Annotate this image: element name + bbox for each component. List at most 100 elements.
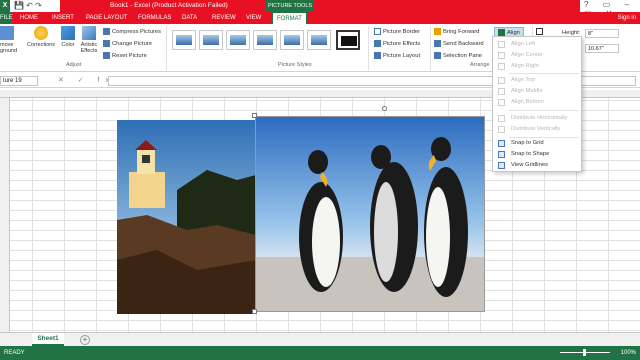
artistic-effects-button[interactable]: Artistic Effects: [78, 26, 100, 54]
zoom-level[interactable]: 100%: [621, 346, 636, 360]
zoom-slider-thumb[interactable]: [583, 349, 586, 356]
picture-style-thumb-3[interactable]: [226, 30, 250, 50]
resize-handle[interactable]: [252, 309, 257, 314]
snap-to-shape-icon: [498, 151, 505, 158]
row-headers[interactable]: [0, 98, 10, 332]
distribute-horizontally-icon: [498, 115, 505, 122]
status-ready: READY: [4, 350, 25, 356]
picture-style-thumb-7[interactable]: [336, 30, 360, 50]
bring-forward-icon: [434, 28, 441, 35]
picture-style-thumb-2[interactable]: [199, 30, 223, 50]
remove-background-label: move ground: [0, 42, 18, 54]
picture-style-thumb-4[interactable]: [253, 30, 277, 50]
excel-logo-icon: X: [0, 0, 10, 12]
add-sheet-button[interactable]: +: [80, 335, 90, 345]
remove-background-button[interactable]: move ground: [0, 26, 20, 54]
menu-snap-to-shape[interactable]: Snap to Shape: [495, 149, 581, 160]
arrange-group-label: Arrange: [470, 62, 490, 68]
selection-pane-button[interactable]: Selection Pane: [434, 52, 482, 59]
menu-view-gridlines[interactable]: View Gridlines: [495, 160, 581, 171]
picture-effects-button[interactable]: Picture Effects: [374, 40, 420, 47]
picture-border-button[interactable]: Picture Border: [374, 28, 420, 35]
menu-align-bottom[interactable]: Align Bottom: [495, 97, 581, 108]
tab-review[interactable]: REVIEW: [212, 12, 236, 24]
reset-picture-icon: [103, 52, 110, 59]
rotate-handle[interactable]: [382, 106, 387, 111]
adjust-group-label: Adjust: [66, 62, 82, 68]
reset-picture-button[interactable]: Reset Picture: [103, 52, 147, 59]
height-field[interactable]: 8": [585, 29, 619, 38]
crop-button[interactable]: [536, 28, 545, 35]
name-box[interactable]: ture 19: [0, 76, 38, 86]
group-divider: [430, 26, 431, 70]
tab-file[interactable]: FILE: [0, 12, 13, 24]
change-picture-icon: [103, 40, 110, 47]
change-picture-button[interactable]: Change Picture: [103, 40, 152, 47]
view-gridlines-icon: [498, 162, 505, 169]
tab-formulas[interactable]: FORMULAS: [138, 12, 171, 24]
align-bottom-icon: [498, 99, 505, 106]
width-field[interactable]: 10.67": [585, 44, 619, 53]
color-label: Color: [61, 42, 75, 48]
sheet-tab-sheet1[interactable]: Sheet1: [32, 333, 64, 346]
menu-align-center[interactable]: Align Center: [495, 50, 581, 61]
formula-bar-icons[interactable]: ✕ ✓ fx: [58, 76, 115, 84]
tab-format[interactable]: FORMAT: [272, 12, 307, 24]
menu-align-top[interactable]: Align Top: [495, 75, 581, 86]
penguins-image: [256, 117, 484, 311]
effects-icon: [374, 40, 381, 47]
align-top-icon: [498, 77, 505, 84]
layout-icon: [374, 52, 381, 59]
group-divider: [166, 26, 167, 70]
corrections-label: Corrections: [26, 42, 56, 48]
compress-pictures-button[interactable]: Compress Pictures: [103, 28, 161, 35]
bring-forward-button[interactable]: Bring Forward: [434, 28, 479, 35]
tab-insert[interactable]: INSERT: [52, 12, 74, 24]
sheet-tab-bar: Sheet1 +: [0, 332, 640, 346]
window-title: Book1 - Excel (Product Activation Failed…: [110, 2, 228, 9]
align-center-icon: [498, 52, 505, 59]
artistic-effects-icon: [82, 26, 96, 40]
align-dropdown-menu: Align Left Align Center Align Right Alig…: [492, 36, 582, 172]
sign-in-link[interactable]: Sign in: [618, 12, 636, 24]
compress-icon: [103, 28, 110, 35]
menu-distribute-horizontally[interactable]: Distribute Horizontally: [495, 113, 581, 124]
picture-tools-context-title: PICTURE TOOLS: [266, 0, 314, 12]
picture-style-thumb-5[interactable]: [280, 30, 304, 50]
snap-to-grid-icon: [498, 140, 505, 147]
align-right-icon: [498, 63, 505, 70]
picture-style-thumb-6[interactable]: [307, 30, 331, 50]
ribbon-tabs: FILE HOME INSERT PAGE LAYOUT FORMULAS DA…: [0, 12, 640, 24]
quick-access-toolbar[interactable]: 💾 ↶ ↷: [14, 1, 42, 10]
title-bar: X 💾 ↶ ↷ Book1 - Excel (Product Activatio…: [0, 0, 640, 18]
tab-home[interactable]: HOME: [20, 12, 38, 24]
tab-view[interactable]: VIEW: [246, 12, 261, 24]
menu-align-middle[interactable]: Align Middle: [495, 86, 581, 97]
corrections-button[interactable]: Corrections: [24, 26, 58, 48]
tab-page-layout[interactable]: PAGE LAYOUT: [86, 12, 127, 24]
picture-style-thumb-1[interactable]: [172, 30, 196, 50]
status-bar: READY 100%: [0, 346, 640, 360]
color-button[interactable]: Color: [58, 26, 78, 48]
menu-align-left[interactable]: Align Left: [495, 39, 581, 50]
tab-data[interactable]: DATA: [182, 12, 197, 24]
selection-pane-icon: [434, 52, 441, 59]
picture-layout-button[interactable]: Picture Layout: [374, 52, 420, 59]
menu-snap-to-grid[interactable]: Snap to Grid: [495, 138, 581, 149]
align-middle-icon: [498, 88, 505, 95]
menu-divider: [509, 110, 579, 111]
send-backward-icon: [434, 40, 441, 47]
border-icon: [374, 28, 381, 35]
remove-background-icon: [0, 26, 14, 40]
menu-divider: [509, 73, 579, 74]
lighthouse-picture[interactable]: [117, 120, 256, 314]
menu-distribute-vertically[interactable]: Distribute Vertically: [495, 124, 581, 135]
align-left-icon: [498, 41, 505, 48]
menu-align-right[interactable]: Align Right: [495, 61, 581, 72]
artistic-effects-label: Artistic Effects: [80, 42, 98, 54]
send-backward-button[interactable]: Send Backward: [434, 40, 484, 47]
penguins-picture[interactable]: [255, 116, 485, 312]
sun-icon: [34, 26, 48, 40]
color-palette-icon: [61, 26, 75, 40]
resize-handle[interactable]: [252, 113, 257, 118]
